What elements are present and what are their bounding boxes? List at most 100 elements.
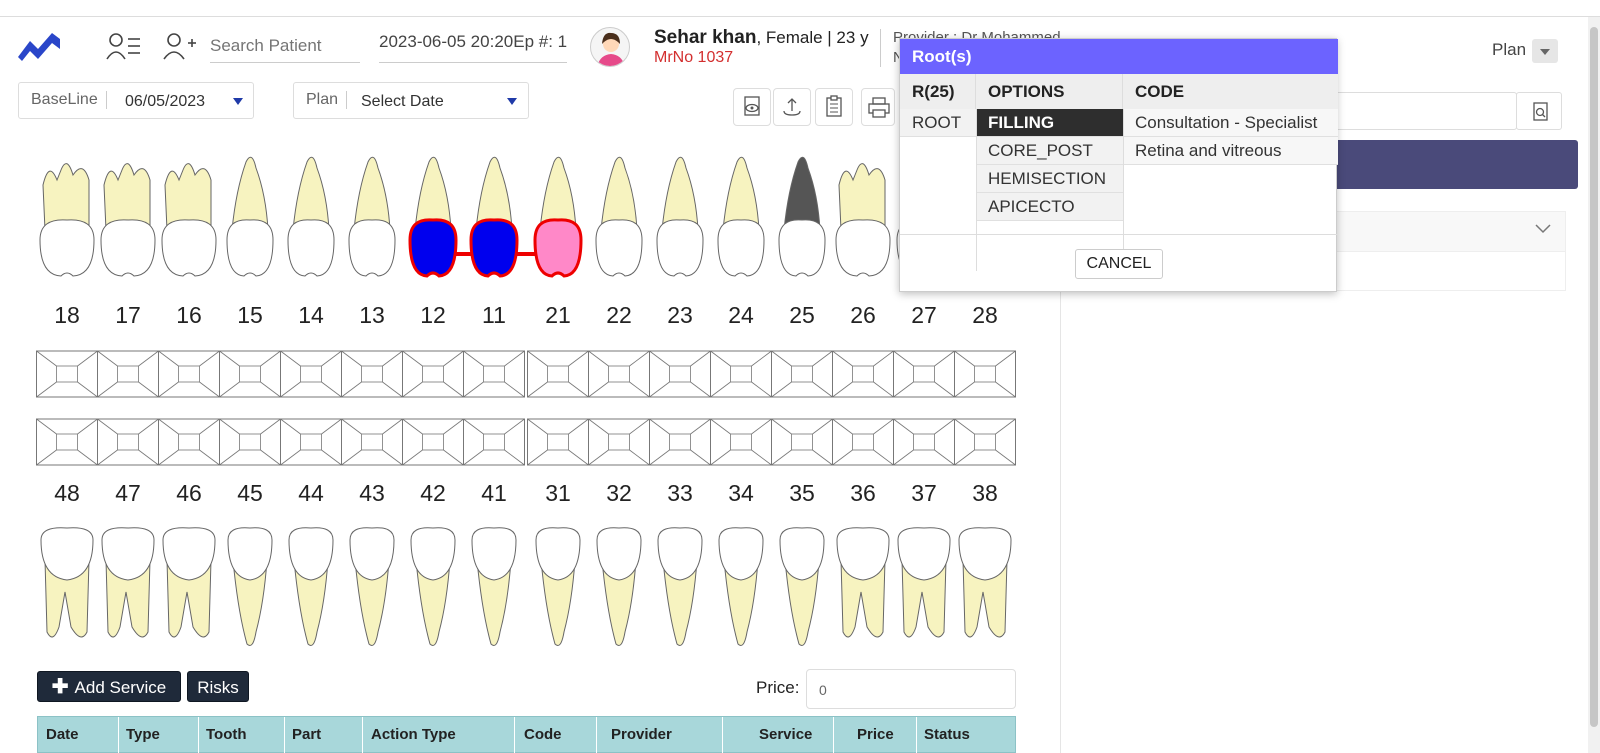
- lower-surface-grid[interactable]: [954, 418, 1016, 466]
- tooth-number-35[interactable]: 35: [772, 480, 832, 507]
- episode-field[interactable]: 2023-06-05 20:20Ep #: 1: [379, 29, 567, 63]
- tooth-number-14[interactable]: 14: [281, 302, 341, 329]
- surface-occlusal[interactable]: [669, 433, 691, 451]
- surface-occlusal[interactable]: [178, 365, 200, 383]
- tooth-number-15[interactable]: 15: [220, 302, 280, 329]
- plan-dropdown-toggle[interactable]: [1532, 39, 1558, 63]
- lower-surface-grid[interactable]: [280, 418, 342, 466]
- lower-tooth-38[interactable]: [958, 527, 1012, 638]
- tooth-number-12[interactable]: 12: [403, 302, 463, 329]
- tooth-number-11[interactable]: 11: [464, 302, 524, 329]
- surface-occlusal[interactable]: [608, 365, 630, 383]
- tooth-number-41[interactable]: 41: [464, 480, 524, 507]
- lower-surface-grid[interactable]: [158, 418, 220, 466]
- lower-tooth-48[interactable]: [40, 527, 94, 638]
- tooth-number-34[interactable]: 34: [711, 480, 771, 507]
- lower-surface-grid[interactable]: [771, 418, 833, 466]
- lower-surface-grid[interactable]: [219, 418, 281, 466]
- tooth-number-31[interactable]: 31: [528, 480, 588, 507]
- surface-occlusal[interactable]: [117, 365, 139, 383]
- tooth-number-21[interactable]: 21: [528, 302, 588, 329]
- surface-occlusal[interactable]: [178, 433, 200, 451]
- surface-occlusal[interactable]: [483, 365, 505, 383]
- lower-surface-grid[interactable]: [832, 418, 894, 466]
- add-patient-icon[interactable]: [162, 31, 198, 61]
- page-scrollbar-thumb[interactable]: [1590, 27, 1598, 727]
- tooth-number-33[interactable]: 33: [650, 480, 710, 507]
- tooth-number-37[interactable]: 37: [894, 480, 954, 507]
- surface-occlusal[interactable]: [669, 365, 691, 383]
- tooth-number-13[interactable]: 13: [342, 302, 402, 329]
- tooth-number-42[interactable]: 42: [403, 480, 463, 507]
- lower-surface-grid[interactable]: [36, 418, 98, 466]
- tooth-number-16[interactable]: 16: [159, 302, 219, 329]
- right-search-input[interactable]: [1330, 92, 1517, 130]
- add-service-button[interactable]: ✚ Add Service: [37, 671, 181, 702]
- upper-tooth-25[interactable]: [778, 156, 826, 277]
- price-input[interactable]: 0: [806, 669, 1016, 709]
- col-status[interactable]: Status: [924, 726, 970, 743]
- plan-menu-label[interactable]: Plan: [1492, 40, 1526, 60]
- tooth-number-32[interactable]: 32: [589, 480, 649, 507]
- upper-tooth-26[interactable]: [835, 163, 891, 277]
- col-provider[interactable]: Provider: [611, 726, 672, 743]
- upper-surface-grid[interactable]: [527, 350, 589, 398]
- upper-tooth-11[interactable]: [469, 156, 519, 278]
- upper-tooth-12[interactable]: [408, 156, 458, 278]
- col-type[interactable]: Type: [126, 726, 160, 743]
- baseline-select[interactable]: BaseLine 06/05/2023: [18, 82, 254, 119]
- upper-tooth-23[interactable]: [656, 156, 704, 277]
- tooth-number-45[interactable]: 45: [220, 480, 280, 507]
- surface-occlusal[interactable]: [852, 365, 874, 383]
- upper-surface-grid[interactable]: [649, 350, 711, 398]
- tooth-number-44[interactable]: 44: [281, 480, 341, 507]
- code-item[interactable]: Retina and vitreous: [1123, 137, 1338, 165]
- tooth-number-24[interactable]: 24: [711, 302, 771, 329]
- tooth-number-27[interactable]: 27: [894, 302, 954, 329]
- surface-occlusal[interactable]: [791, 433, 813, 451]
- tooth-number-46[interactable]: 46: [159, 480, 219, 507]
- lower-tooth-34[interactable]: [718, 527, 764, 646]
- surface-occlusal[interactable]: [730, 365, 752, 383]
- lower-tooth-36[interactable]: [836, 527, 890, 638]
- surface-occlusal[interactable]: [422, 433, 444, 451]
- surface-occlusal[interactable]: [974, 433, 996, 451]
- col-part[interactable]: Part: [292, 726, 321, 743]
- surface-occlusal[interactable]: [913, 433, 935, 451]
- col-price[interactable]: Price: [857, 726, 894, 743]
- tooth-number-38[interactable]: 38: [955, 480, 1015, 507]
- upper-tooth-18[interactable]: [39, 163, 95, 277]
- surface-occlusal[interactable]: [730, 433, 752, 451]
- col-tooth[interactable]: Tooth: [206, 726, 247, 743]
- option-filling[interactable]: FILLING: [976, 109, 1123, 137]
- lower-tooth-32[interactable]: [596, 527, 642, 646]
- col-code[interactable]: Code: [524, 726, 562, 743]
- upper-tooth-24[interactable]: [717, 156, 765, 277]
- surface-occlusal[interactable]: [422, 365, 444, 383]
- upload-button[interactable]: [773, 88, 811, 126]
- upper-surface-grid[interactable]: [280, 350, 342, 398]
- col-date[interactable]: Date: [46, 726, 79, 743]
- right-search-button[interactable]: [1516, 92, 1562, 130]
- surface-occlusal[interactable]: [361, 365, 383, 383]
- upper-surface-grid[interactable]: [158, 350, 220, 398]
- lower-surface-grid[interactable]: [527, 418, 589, 466]
- root-item[interactable]: ROOT: [900, 109, 976, 137]
- lower-tooth-41[interactable]: [471, 527, 517, 646]
- upper-surface-grid[interactable]: [893, 350, 955, 398]
- tooth-number-18[interactable]: 18: [37, 302, 97, 329]
- lower-surface-grid[interactable]: [341, 418, 403, 466]
- search-patient-input[interactable]: [210, 29, 360, 63]
- upper-tooth-13[interactable]: [348, 156, 396, 277]
- tooth-number-17[interactable]: 17: [98, 302, 158, 329]
- lower-surface-grid[interactable]: [588, 418, 650, 466]
- right-accordion[interactable]: [1330, 211, 1566, 252]
- upper-surface-grid[interactable]: [463, 350, 525, 398]
- tooth-number-25[interactable]: 25: [772, 302, 832, 329]
- col-service[interactable]: Service: [759, 726, 812, 743]
- tooth-number-36[interactable]: 36: [833, 480, 893, 507]
- upper-surface-grid[interactable]: [402, 350, 464, 398]
- surface-occlusal[interactable]: [239, 433, 261, 451]
- code-item[interactable]: Consultation - Specialist: [1123, 109, 1338, 137]
- upper-tooth-15[interactable]: [226, 156, 274, 277]
